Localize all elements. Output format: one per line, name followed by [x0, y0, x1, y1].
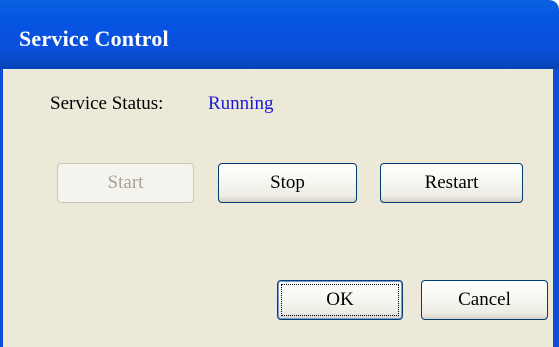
window-title: Service Control: [19, 26, 169, 51]
restart-button[interactable]: Restart: [380, 163, 523, 203]
title-bar[interactable]: Service Control: [0, 0, 559, 69]
stop-button[interactable]: Stop: [218, 163, 357, 203]
ok-button[interactable]: OK: [277, 280, 403, 320]
cancel-button[interactable]: Cancel: [421, 280, 548, 320]
start-button[interactable]: Start: [57, 163, 194, 203]
service-status-label: Service Status:: [50, 93, 164, 114]
service-status-value: Running: [208, 93, 274, 114]
window-frame-right: [553, 69, 559, 347]
window-frame-left: [0, 69, 3, 347]
service-control-dialog: Service Control Service Status: Running …: [0, 0, 559, 347]
ok-button-label: OK: [326, 289, 354, 310]
